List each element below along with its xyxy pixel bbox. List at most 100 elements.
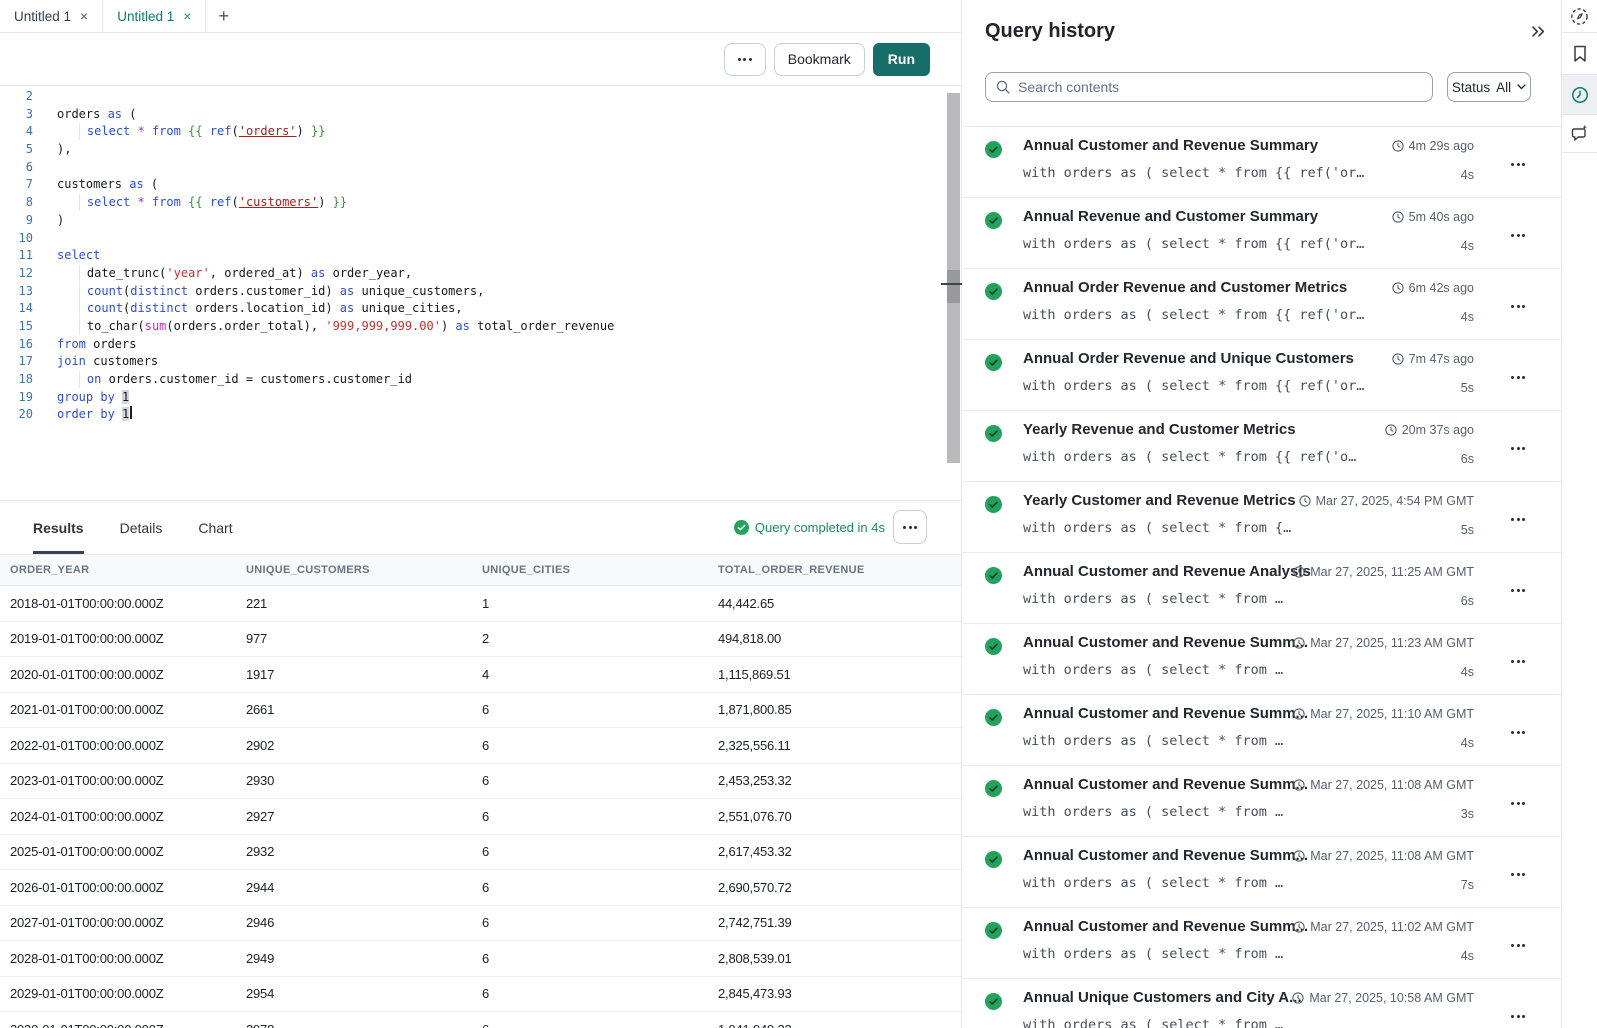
table-cell: 2028-01-01T00:00:00.000Z bbox=[10, 951, 246, 966]
table-cell: 1,871,800.85 bbox=[718, 702, 961, 717]
status-filter-dropdown[interactable]: Status All bbox=[1447, 72, 1531, 102]
code-token bbox=[80, 301, 87, 315]
history-item-duration: 4s bbox=[1461, 310, 1474, 324]
table-cell: 2930 bbox=[246, 773, 482, 788]
table-cell: 44,442.65 bbox=[718, 596, 961, 611]
history-item-duration: 3s bbox=[1461, 807, 1474, 821]
history-item-more-button[interactable] bbox=[1511, 792, 1525, 810]
rail-button-compass[interactable] bbox=[1562, 0, 1597, 33]
search-input[interactable] bbox=[1018, 79, 1422, 95]
success-status-icon bbox=[985, 212, 1002, 234]
history-item[interactable]: Annual Customer and Revenue Summarywith … bbox=[963, 126, 1561, 197]
code-line: 5), bbox=[0, 141, 614, 159]
table-cell: 1917 bbox=[246, 667, 482, 682]
results-tab-details[interactable]: Details bbox=[120, 501, 163, 554]
more-options-icon bbox=[1511, 1015, 1525, 1018]
history-item-title: Annual Customer and Revenue Summary bbox=[1023, 137, 1358, 154]
table-row: 2021-01-01T00:00:00.000Z266161,871,800.8… bbox=[0, 693, 961, 729]
table-cell: 2,325,556.11 bbox=[718, 738, 961, 753]
history-item-more-button[interactable] bbox=[1511, 650, 1525, 668]
history-item-more-button[interactable] bbox=[1511, 721, 1525, 739]
check-circle-icon bbox=[734, 520, 749, 535]
file-tab-2[interactable]: Untitled 1× bbox=[103, 0, 206, 32]
new-tab-button[interactable]: + bbox=[206, 0, 241, 32]
history-item[interactable]: Annual Customer and Revenue Summ...with … bbox=[963, 623, 1561, 694]
table-cell: 2932 bbox=[246, 844, 482, 859]
rail-button-bookmark[interactable] bbox=[1562, 33, 1597, 75]
table-cell: 6 bbox=[482, 880, 718, 895]
close-tab-icon[interactable]: × bbox=[80, 9, 88, 23]
code-text: select * from {{ ref('orders') }} bbox=[44, 123, 325, 141]
history-item[interactable]: Annual Customer and Revenue Summ...with … bbox=[963, 836, 1561, 907]
history-item-more-button[interactable] bbox=[1511, 366, 1525, 384]
splitter-grip[interactable] bbox=[941, 283, 962, 285]
code-token: order by bbox=[57, 407, 115, 421]
table-cell: 2019-01-01T00:00:00.000Z bbox=[10, 631, 246, 646]
code-line: 14 count(distinct orders.location_id) as… bbox=[0, 300, 614, 318]
history-item-more-button[interactable] bbox=[1511, 508, 1525, 526]
results-tab-results[interactable]: Results bbox=[33, 501, 84, 554]
history-item[interactable]: Annual Unique Customers and City A...wit… bbox=[963, 978, 1561, 1028]
sql-editor[interactable]: 23orders as (4 select * from {{ ref('ord… bbox=[0, 86, 961, 500]
code-line: 2 bbox=[0, 88, 614, 106]
code-token bbox=[203, 124, 210, 138]
collapse-panel-button[interactable] bbox=[1529, 22, 1547, 40]
history-item-more-button[interactable] bbox=[1511, 934, 1525, 952]
check-circle-icon bbox=[985, 922, 1002, 939]
line-number: 5 bbox=[0, 141, 44, 159]
history-item[interactable]: Annual Customer and Revenue Summ...with … bbox=[963, 765, 1561, 836]
history-item-more-button[interactable] bbox=[1511, 863, 1525, 881]
history-item-more-button[interactable] bbox=[1511, 437, 1525, 455]
history-item-more-button[interactable] bbox=[1511, 579, 1525, 597]
bookmark-button[interactable]: Bookmark bbox=[774, 43, 865, 76]
history-item[interactable]: Annual Order Revenue and Unique Customer… bbox=[963, 339, 1561, 410]
rail-button-history[interactable] bbox=[1562, 75, 1597, 115]
code-token: count bbox=[87, 284, 123, 298]
history-item[interactable]: Yearly Revenue and Customer Metricswith … bbox=[963, 410, 1561, 481]
code-token: select bbox=[87, 195, 130, 209]
history-item[interactable]: Annual Customer and Revenue Analysiswith… bbox=[963, 552, 1561, 623]
file-tab-1[interactable]: Untitled 1× bbox=[0, 0, 103, 32]
timestamp-text: Mar 27, 2025, 11:25 AM GMT bbox=[1310, 565, 1474, 579]
code-token bbox=[57, 301, 79, 315]
code-token: unique_customers, bbox=[354, 284, 484, 298]
timestamp-text: Mar 27, 2025, 11:23 AM GMT bbox=[1310, 636, 1474, 650]
line-number: 8 bbox=[0, 194, 44, 212]
history-item-title: Annual Revenue and Customer Summary bbox=[1023, 208, 1358, 225]
editor-scrollbar-thumb[interactable] bbox=[947, 270, 960, 303]
line-number: 17 bbox=[0, 353, 44, 371]
history-item-more-button[interactable] bbox=[1511, 224, 1525, 242]
close-tab-icon[interactable]: × bbox=[183, 9, 191, 23]
history-item[interactable]: Annual Revenue and Customer Summarywith … bbox=[963, 197, 1561, 268]
history-item[interactable]: Annual Customer and Revenue Summ...with … bbox=[963, 694, 1561, 765]
code-line: 19group by 1 bbox=[0, 389, 614, 407]
table-cell: 2030-01-01T00:00:00.000Z bbox=[10, 1022, 246, 1028]
table-cell: 6 bbox=[482, 986, 718, 1001]
clock-icon bbox=[1293, 637, 1305, 649]
code-token: ref bbox=[210, 195, 232, 209]
history-item-timestamp: Mar 27, 2025, 10:58 AM GMT bbox=[1292, 991, 1474, 1005]
editor-toolbar: Bookmark Run bbox=[0, 33, 961, 86]
timestamp-text: Mar 27, 2025, 4:54 PM GMT bbox=[1316, 494, 1474, 508]
results-tab-chart[interactable]: Chart bbox=[198, 501, 232, 554]
success-status-icon bbox=[985, 922, 1002, 944]
history-item-more-button[interactable] bbox=[1511, 1005, 1525, 1023]
history-item-code-preview: with orders as ( select * from … bbox=[1023, 875, 1383, 891]
more-options-button[interactable] bbox=[724, 43, 766, 76]
success-status-icon bbox=[985, 283, 1002, 305]
code-token: as bbox=[108, 107, 122, 121]
rail-button-ai-assistant[interactable] bbox=[1562, 115, 1597, 153]
editor-scrollbar[interactable] bbox=[947, 93, 960, 463]
code-token bbox=[57, 124, 79, 138]
results-more-button[interactable] bbox=[893, 510, 927, 544]
run-button[interactable]: Run bbox=[873, 43, 930, 76]
code-token: orders.location_id) bbox=[188, 301, 340, 315]
check-circle-icon bbox=[985, 496, 1002, 513]
code-token: as bbox=[455, 319, 469, 333]
line-number: 18 bbox=[0, 371, 44, 389]
history-item[interactable]: Annual Customer and Revenue Summ...with … bbox=[963, 907, 1561, 978]
history-item-more-button[interactable] bbox=[1511, 295, 1525, 313]
history-item[interactable]: Annual Order Revenue and Customer Metric… bbox=[963, 268, 1561, 339]
history-item[interactable]: Yearly Customer and Revenue Metricswith … bbox=[963, 481, 1561, 552]
history-item-more-button[interactable] bbox=[1511, 153, 1525, 171]
